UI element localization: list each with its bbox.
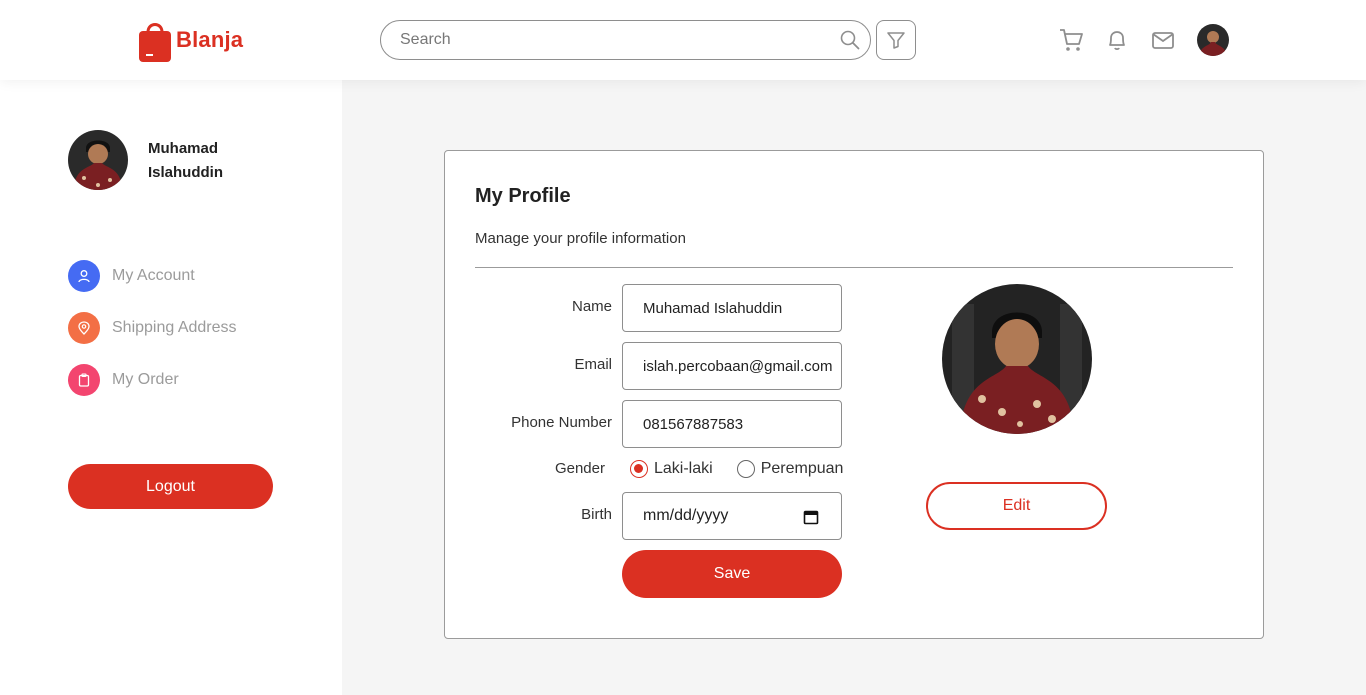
- sidebar-item-my-account[interactable]: My Account: [68, 260, 195, 292]
- page-title: My Profile: [475, 185, 571, 207]
- birth-date-input[interactable]: mm/dd/yyyy: [622, 492, 842, 540]
- sidebar-user-name: Muhamad Islahuddin: [148, 140, 223, 181]
- gender-option-label: Laki-laki: [654, 460, 713, 477]
- birth-date-placeholder: mm/dd/yyyy: [643, 507, 729, 524]
- mail-icon[interactable]: [1150, 27, 1176, 53]
- profile-photo: [942, 284, 1092, 434]
- birth-label: Birth: [581, 506, 612, 523]
- calendar-icon[interactable]: [803, 509, 819, 525]
- gender-label: Gender: [554, 460, 605, 477]
- page-subtitle: Manage your profile information: [475, 230, 686, 247]
- filter-icon: [887, 32, 905, 49]
- email-label: Email: [574, 356, 612, 373]
- divider: [475, 267, 1233, 268]
- email-field[interactable]: [622, 342, 842, 390]
- gender-radio-perempuan[interactable]: [736, 460, 755, 478]
- sidebar-item-label: Shipping Address: [112, 319, 237, 336]
- sidebar-item-label: My Account: [112, 267, 195, 284]
- gender-radio-group: Laki-laki Perempuan: [630, 460, 843, 478]
- search-bar: [380, 20, 871, 60]
- search-input[interactable]: [400, 21, 830, 59]
- gender-option-label: Perempuan: [760, 460, 844, 477]
- name-label: Name: [571, 298, 612, 315]
- sidebar-item-label: My Order: [112, 371, 179, 388]
- sidebar: Muhamad Islahuddin My Account Shipping A…: [0, 80, 342, 695]
- sidebar-item-my-order[interactable]: My Order: [68, 364, 179, 396]
- logout-button[interactable]: Logout: [68, 464, 273, 509]
- shopping-bag-icon: [139, 23, 171, 62]
- edit-photo-button[interactable]: Edit: [926, 482, 1107, 530]
- user-icon: [68, 260, 100, 292]
- clipboard-icon: [68, 364, 100, 396]
- map-pin-icon: [68, 312, 100, 344]
- brand-logo[interactable]: Blanja: [138, 18, 243, 62]
- sidebar-item-shipping-address[interactable]: Shipping Address: [68, 312, 237, 344]
- sidebar-avatar: [68, 130, 128, 190]
- profile-card: My Profile Manage your profile informati…: [444, 150, 1264, 639]
- phone-label: Phone Number: [511, 414, 612, 431]
- name-field[interactable]: [622, 284, 842, 332]
- save-button[interactable]: Save: [622, 550, 842, 598]
- brand-name: Blanja: [176, 27, 244, 52]
- search-icon[interactable]: [840, 30, 860, 50]
- filter-button[interactable]: [876, 20, 916, 60]
- cart-icon[interactable]: [1058, 27, 1084, 53]
- phone-field[interactable]: [622, 400, 842, 448]
- gender-radio-laki-laki[interactable]: [630, 460, 648, 478]
- bell-icon[interactable]: [1104, 27, 1130, 53]
- user-avatar[interactable]: [1197, 24, 1229, 56]
- top-navbar: Blanja: [0, 0, 1366, 80]
